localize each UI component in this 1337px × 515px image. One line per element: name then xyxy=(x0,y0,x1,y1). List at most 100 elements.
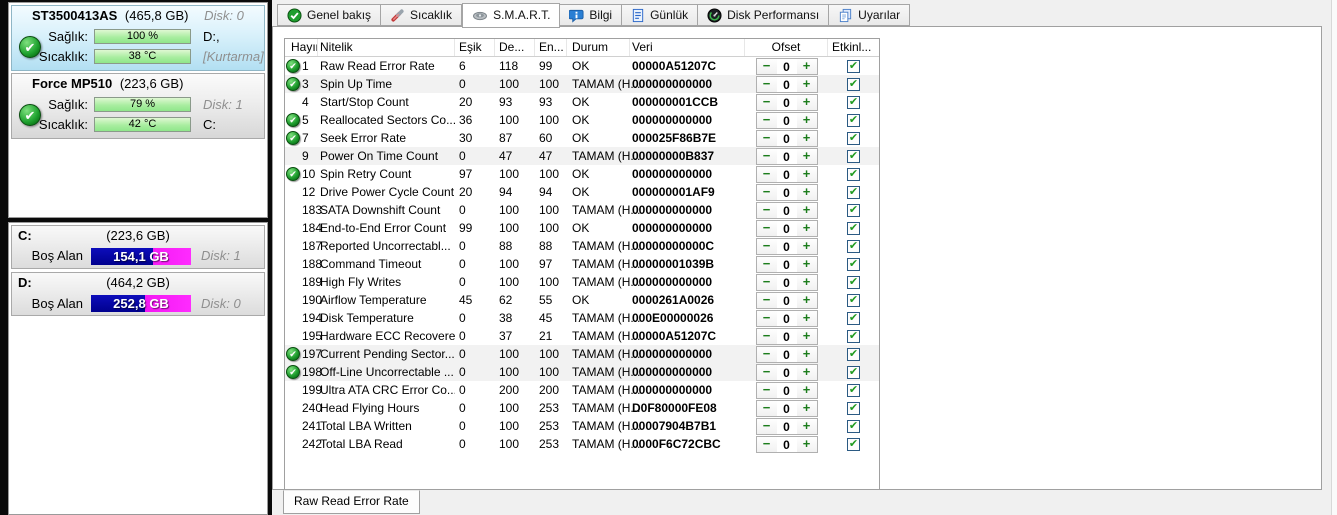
column-header[interactable]: Nitelik xyxy=(318,39,455,56)
table-row[interactable]: 187 Reported Uncorrectabl... 0 88 88 TAMAM (H… xyxy=(285,237,879,255)
offset-increase-button[interactable]: + xyxy=(796,183,818,201)
enabled-checkbox[interactable]: ✔ xyxy=(847,167,860,181)
offset-decrease-button[interactable]: − xyxy=(755,345,777,363)
enabled-checkbox[interactable]: ✔ xyxy=(847,365,860,379)
offset-decrease-button[interactable]: − xyxy=(755,237,777,255)
tab-sicaklik[interactable]: Sıcaklık xyxy=(381,4,463,26)
table-row[interactable]: ✔ 198 Off-Line Uncorrectable ... 0 100 100 TAM… xyxy=(285,363,879,381)
enabled-checkbox[interactable]: ✔ xyxy=(847,329,860,343)
enabled-checkbox[interactable]: ✔ xyxy=(847,185,860,199)
offset-increase-button[interactable]: + xyxy=(796,75,818,93)
column-header[interactable]: Durum xyxy=(567,39,630,56)
enabled-checkbox[interactable]: ✔ xyxy=(847,257,860,271)
table-row[interactable]: 9 Power On Time Count 0 47 47 TAMAM (H... 0000… xyxy=(285,147,879,165)
offset-decrease-button[interactable]: − xyxy=(755,219,777,237)
offset-decrease-button[interactable]: − xyxy=(755,363,777,381)
disk-card-st3500413as[interactable]: ST3500413AS (465,8 GB) Disk: 0 ✔ Sağlık:… xyxy=(11,5,265,71)
table-row[interactable]: 195 Hardware ECC Recovered 0 37 21 TAMAM (H..… xyxy=(285,327,879,345)
enabled-checkbox[interactable]: ✔ xyxy=(847,419,860,433)
tab-smart[interactable]: S.M.A.R.T. xyxy=(462,3,561,28)
table-row[interactable]: 241 Total LBA Written 0 100 253 TAMAM (H... 00… xyxy=(285,417,879,435)
offset-increase-button[interactable]: + xyxy=(796,93,818,111)
enabled-checkbox[interactable]: ✔ xyxy=(847,77,860,91)
offset-decrease-button[interactable]: − xyxy=(755,183,777,201)
attribute-graph-tab[interactable]: Raw Read Error Rate xyxy=(283,490,420,514)
offset-increase-button[interactable]: + xyxy=(796,201,818,219)
offset-increase-button[interactable]: + xyxy=(796,165,818,183)
tab-gunluk[interactable]: Günlük xyxy=(622,4,699,26)
offset-increase-button[interactable]: + xyxy=(796,435,818,453)
offset-increase-button[interactable]: + xyxy=(796,57,818,75)
offset-decrease-button[interactable]: − xyxy=(755,147,777,165)
table-row[interactable]: 199 Ultra ATA CRC Error Co... 0 200 200 TAMAM… xyxy=(285,381,879,399)
table-row[interactable]: ✔ 10 Spin Retry Count 97 100 100 OK 00000000000… xyxy=(285,165,879,183)
column-header[interactable]: En... xyxy=(535,39,567,56)
column-header[interactable]: Etkinl... xyxy=(828,39,879,56)
table-row[interactable]: ✔ 7 Seek Error Rate 30 87 60 OK 000025F86B7E −0 +… xyxy=(285,129,879,147)
table-row[interactable]: 184 End-to-End Error Count 99 100 100 OK 00000… xyxy=(285,219,879,237)
disk-card-force-mp510[interactable]: Force MP510 (223,6 GB) ✔ Sağlık: 79 % Di… xyxy=(11,73,265,139)
offset-increase-button[interactable]: + xyxy=(796,147,818,165)
table-row[interactable]: 188 Command Timeout 0 100 97 TAMAM (H... 00000… xyxy=(285,255,879,273)
column-header[interactable]: Ofset xyxy=(745,39,828,56)
offset-increase-button[interactable]: + xyxy=(796,129,818,147)
enabled-checkbox[interactable]: ✔ xyxy=(847,347,860,361)
offset-decrease-button[interactable]: − xyxy=(755,417,777,435)
table-row[interactable]: ✔ 3 Spin Up Time 0 100 100 TAMAM (H... 00000000… xyxy=(285,75,879,93)
enabled-checkbox[interactable]: ✔ xyxy=(847,95,860,109)
offset-increase-button[interactable]: + xyxy=(796,111,818,129)
column-header[interactable]: Eşik xyxy=(455,39,495,56)
enabled-checkbox[interactable]: ✔ xyxy=(847,293,860,307)
offset-increase-button[interactable]: + xyxy=(796,363,818,381)
tab-bilgi[interactable]: Bilgi xyxy=(560,4,623,26)
table-row[interactable]: 12 Drive Power Cycle Count 20 94 94 OK 0000000… xyxy=(285,183,879,201)
offset-increase-button[interactable]: + xyxy=(796,309,818,327)
offset-increase-button[interactable]: + xyxy=(796,273,818,291)
offset-increase-button[interactable]: + xyxy=(796,219,818,237)
offset-increase-button[interactable]: + xyxy=(796,381,818,399)
offset-increase-button[interactable]: + xyxy=(796,399,818,417)
enabled-checkbox[interactable]: ✔ xyxy=(847,59,860,73)
offset-increase-button[interactable]: + xyxy=(796,291,818,309)
table-row[interactable]: 242 Total LBA Read 0 100 253 TAMAM (H... 0000F… xyxy=(285,435,879,453)
offset-decrease-button[interactable]: − xyxy=(755,273,777,291)
table-row[interactable]: ✔ 197 Current Pending Sector... 0 100 100 TAMA… xyxy=(285,345,879,363)
offset-increase-button[interactable]: + xyxy=(796,255,818,273)
enabled-checkbox[interactable]: ✔ xyxy=(847,437,860,451)
offset-decrease-button[interactable]: − xyxy=(755,327,777,345)
offset-decrease-button[interactable]: − xyxy=(755,93,777,111)
tab-uyarilar[interactable]: Uyarılar xyxy=(829,4,911,26)
offset-decrease-button[interactable]: − xyxy=(755,111,777,129)
enabled-checkbox[interactable]: ✔ xyxy=(847,221,860,235)
offset-increase-button[interactable]: + xyxy=(796,327,818,345)
table-row[interactable]: 4 Start/Stop Count 20 93 93 OK 000000001CCB −0 +… xyxy=(285,93,879,111)
enabled-checkbox[interactable]: ✔ xyxy=(847,203,860,217)
offset-increase-button[interactable]: + xyxy=(796,345,818,363)
table-row[interactable]: 189 High Fly Writes 0 100 100 TAMAM (H... 0000… xyxy=(285,273,879,291)
table-row[interactable]: 240 Head Flying Hours 0 100 253 TAMAM (H... D0… xyxy=(285,399,879,417)
table-row[interactable]: ✔ 1 Raw Read Error Rate 6 118 99 OK 00000A51207… xyxy=(285,57,879,75)
enabled-checkbox[interactable]: ✔ xyxy=(847,113,860,127)
table-row[interactable]: 183 SATA Downshift Count 0 100 100 TAMAM (H..… xyxy=(285,201,879,219)
column-header[interactable]: De... xyxy=(495,39,535,56)
table-row[interactable]: 194 Disk Temperature 0 38 45 TAMAM (H... 000E0… xyxy=(285,309,879,327)
enabled-checkbox[interactable]: ✔ xyxy=(847,149,860,163)
enabled-checkbox[interactable]: ✔ xyxy=(847,383,860,397)
enabled-checkbox[interactable]: ✔ xyxy=(847,401,860,415)
enabled-checkbox[interactable]: ✔ xyxy=(847,311,860,325)
column-header[interactable]: Veri xyxy=(630,39,745,56)
enabled-checkbox[interactable]: ✔ xyxy=(847,131,860,145)
offset-decrease-button[interactable]: − xyxy=(755,381,777,399)
offset-decrease-button[interactable]: − xyxy=(755,57,777,75)
tab-disk-performansi[interactable]: Disk Performansı xyxy=(698,4,830,26)
offset-decrease-button[interactable]: − xyxy=(755,255,777,273)
offset-decrease-button[interactable]: − xyxy=(755,435,777,453)
partition-card-d[interactable]: D: (464,2 GB) Boş Alan 252,8 GB Disk: 0 xyxy=(11,272,265,316)
offset-decrease-button[interactable]: − xyxy=(755,201,777,219)
enabled-checkbox[interactable]: ✔ xyxy=(847,239,860,253)
offset-decrease-button[interactable]: − xyxy=(755,129,777,147)
tab-genel-bakis[interactable]: Genel bakış xyxy=(277,4,382,26)
partition-card-c[interactable]: C: (223,6 GB) Boş Alan 154,1 GB Disk: 1 xyxy=(11,225,265,269)
table-row[interactable]: 190 Airflow Temperature 45 62 55 OK 0000261A00… xyxy=(285,291,879,309)
offset-increase-button[interactable]: + xyxy=(796,417,818,435)
